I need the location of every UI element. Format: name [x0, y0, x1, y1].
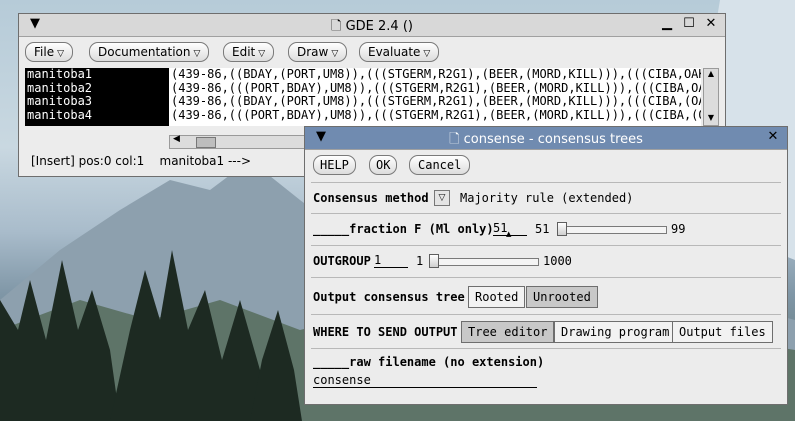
menu-edit[interactable]: Edit ▽ — [223, 42, 275, 62]
chevron-down-icon: ▽ — [57, 49, 65, 59]
menu-file[interactable]: File ▽ — [25, 42, 74, 62]
sequence-name[interactable]: manitoba1 — [25, 67, 169, 82]
fraction-label: _____fraction F (Ml only) — [313, 222, 494, 236]
minimize-icon[interactable]: ▁ — [659, 16, 675, 32]
document-icon: 🗋 — [331, 19, 342, 34]
output-files-option[interactable]: Output files — [672, 321, 773, 343]
sequence-data-area[interactable]: (439-86,((BDAY,(PORT,UM8)),(((STGERM,R2G… — [169, 68, 701, 126]
fraction-slider-knob[interactable] — [557, 222, 567, 236]
close-icon[interactable]: ✕ — [765, 129, 781, 145]
consensus-method-dropdown[interactable]: ▽ — [434, 190, 450, 206]
drawing-program-option[interactable]: Drawing program — [554, 321, 677, 343]
fraction-slider[interactable] — [557, 226, 667, 234]
consense-title: consense - consensus trees — [463, 132, 643, 147]
divider — [311, 182, 781, 183]
chevron-down-icon: ▽ — [193, 49, 201, 59]
menu-draw[interactable]: Draw ▽ — [288, 42, 348, 62]
outgroup-field[interactable]: 1 — [374, 253, 408, 268]
outgroup-max: 1000 — [543, 254, 572, 268]
outgroup-slider[interactable] — [429, 258, 539, 266]
outgroup-value: 1 — [416, 254, 424, 268]
scroll-left-icon[interactable]: ◀ — [173, 134, 180, 144]
sequence-row: (439-86,((BDAY,(PORT,UM8)),(((STGERM,R2G… — [171, 68, 701, 81]
document-icon: 🗋 — [449, 132, 460, 147]
outgroup-slider-knob[interactable] — [429, 254, 439, 268]
sequence-name[interactable]: manitoba4 — [25, 108, 169, 123]
outgroup-label: OUTGROUP — [313, 254, 371, 268]
divider — [311, 277, 781, 278]
consense-window: ▼ 🗋 consense - consensus trees ✕ HELP OK… — [304, 126, 788, 405]
gde-title: GDE 2.4 () — [345, 19, 413, 34]
fraction-max: 99 — [671, 222, 686, 236]
cancel-button[interactable]: Cancel — [409, 155, 471, 175]
chevron-down-icon: ▽ — [423, 49, 431, 59]
output-tree-label: Output consensus tree — [313, 290, 465, 304]
sequence-name-list[interactable]: manitoba1 manitoba2 manitoba3 manitoba4 — [25, 67, 169, 126]
ok-button[interactable]: OK — [369, 155, 398, 175]
menu-documentation[interactable]: Documentation ▽ — [89, 42, 210, 62]
chevron-down-icon: ▽ — [331, 49, 339, 59]
scroll-up-icon[interactable]: ▲ — [704, 69, 718, 79]
help-button[interactable]: HELP — [313, 155, 356, 175]
consense-titlebar[interactable]: ▼ 🗋 consense - consensus trees ✕ — [305, 127, 787, 150]
text-cursor-icon: ▲ — [506, 230, 512, 238]
sequence-name[interactable]: manitoba2 — [25, 81, 169, 96]
horizontal-scrollbar[interactable]: ◀ — [169, 134, 311, 149]
fraction-value: 51 — [535, 222, 550, 236]
raw-filename-label: _____raw filename (no extension) — [313, 355, 545, 369]
sequence-row: (439-86,((BDAY,(PORT,UM8)),(((STGERM,R2G… — [171, 94, 701, 108]
unrooted-option[interactable]: Unrooted — [526, 286, 598, 308]
divider — [311, 314, 781, 315]
divider — [311, 245, 781, 246]
scroll-thumb[interactable] — [196, 137, 216, 148]
raw-filename-field[interactable]: consense — [313, 373, 537, 388]
divider — [311, 213, 781, 214]
vertical-scrollbar[interactable]: ▲ ▼ — [703, 68, 719, 126]
gde-titlebar[interactable]: ▼ 🗋 GDE 2.4 () ▁ ☐ ✕ — [19, 14, 725, 37]
consensus-method-value: Majority rule (extended) — [460, 191, 634, 205]
scroll-down-icon[interactable]: ▼ — [704, 113, 718, 123]
sequence-row: (439-86,(((PORT,BDAY),UM8)),(((STGERM,R2… — [171, 80, 701, 95]
close-icon[interactable]: ✕ — [703, 16, 719, 32]
consensus-method-label: Consensus method — [313, 191, 429, 205]
divider — [311, 348, 781, 349]
rooted-option[interactable]: Rooted — [468, 286, 526, 308]
where-output-label: WHERE TO SEND OUTPUT — [313, 325, 458, 339]
status-line: [Insert] pos:0 col:1 manitoba1 ---> — [31, 154, 252, 168]
chevron-down-icon: ▽ — [258, 49, 266, 59]
maximize-icon[interactable]: ☐ — [681, 16, 697, 32]
tree-editor-option[interactable]: Tree editor — [461, 321, 555, 343]
menu-evaluate[interactable]: Evaluate ▽ — [359, 42, 440, 62]
sequence-name[interactable]: manitoba3 — [25, 94, 169, 109]
sequence-row: (439-86,(((PORT,BDAY),UM8)),(((STGERM,R2… — [171, 107, 701, 122]
